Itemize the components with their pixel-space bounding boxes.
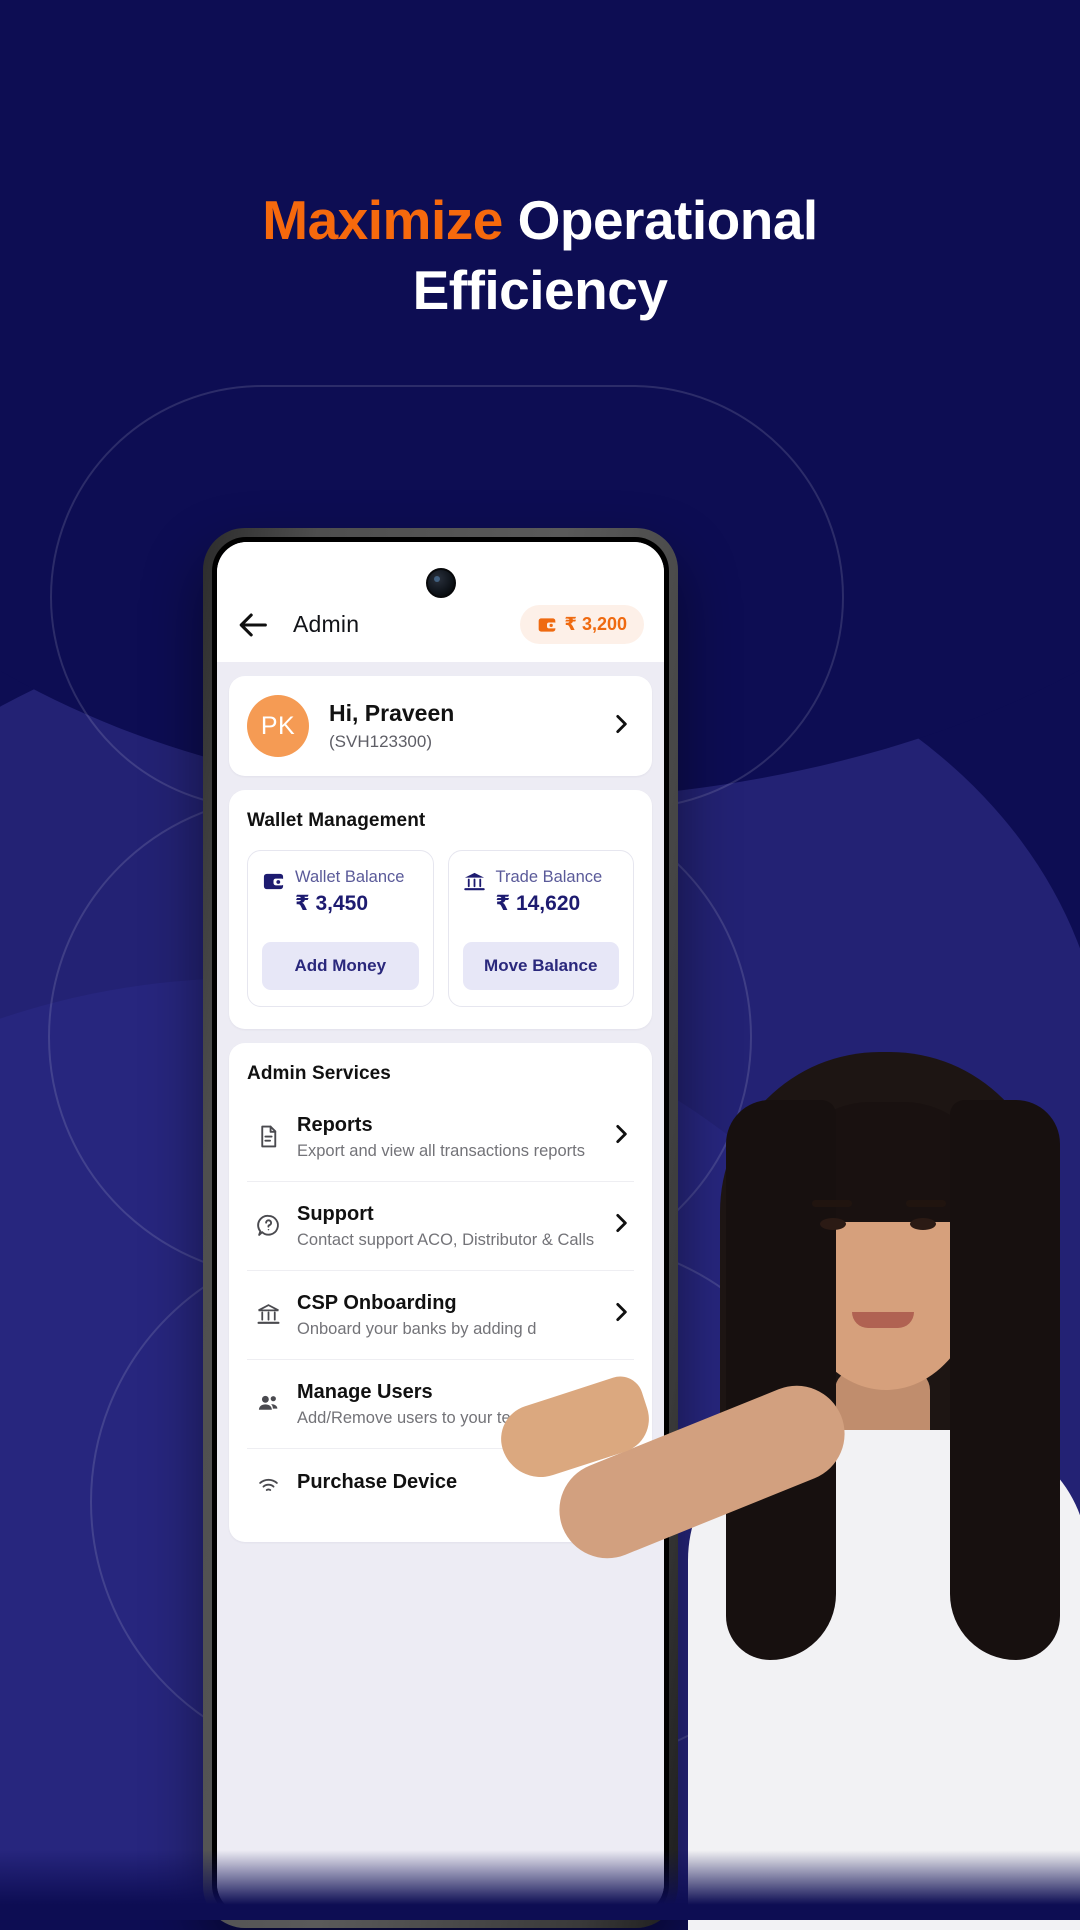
wallet-balance-label: Wallet Balance [295,868,405,886]
trade-balance-card: Trade Balance ₹ 14,620 Move Balance [447,850,634,1007]
page-title: Admin [293,611,360,637]
wifi-icon [247,1472,289,1497]
help-circle-icon [247,1213,289,1238]
wallet-icon [539,617,557,632]
users-icon [247,1391,289,1416]
trade-balance-label: Trade Balance [495,868,603,886]
service-desc: Export and view all transactions reports [297,1141,585,1160]
wallet-icon [262,870,285,898]
service-name: Purchase Device [297,1470,458,1493]
app-header: Admin ₹ 3,200 [217,542,664,662]
chevron-right-icon[interactable] [608,711,634,742]
presenter-eyebrow-right [906,1200,946,1207]
page-headline: Maximize Operational Efficiency [0,186,1080,326]
service-name: Support [297,1202,374,1225]
wallet-management-title: Wallet Management [247,810,426,831]
profile-card[interactable]: PK Hi, Praveen (SVH123300) [229,676,652,776]
arrow-left-icon[interactable] [237,608,271,642]
chevron-right-icon[interactable] [608,1210,634,1241]
presenter-photo [492,1040,1080,1930]
service-desc: Add/Remove users to your team [297,1408,534,1427]
front-camera-icon [425,568,456,598]
move-balance-button[interactable]: Move Balance [462,941,619,990]
avatar-initials: PK [260,711,296,740]
profile-greeting: Hi, Praveen [329,700,455,727]
app-content: PK Hi, Praveen (SVH123300) Wallet Manage… [217,662,664,1914]
wallet-management-section: Wallet Management Wallet Balance ₹ 3,450… [229,790,652,1029]
presenter-mouth [852,1312,914,1328]
presenter-eye-left [820,1218,846,1230]
service-desc: Contact support ACO, Distributor & Calls [297,1230,595,1249]
wallet-chip-amount: ₹ 3,200 [564,614,627,634]
presenter-eye-right [910,1218,936,1230]
headline-rest-line1: Operational [502,189,819,251]
service-item-support[interactable]: Support Contact support ACO, Distributor… [247,1180,634,1270]
phone-bezel: Admin ₹ 3,200 PK Hi, Praveen (SVH123300)… [212,537,669,1919]
service-item-reports[interactable]: Reports Export and view all transactions… [247,1093,634,1181]
service-item-csp-onboarding[interactable]: CSP Onboarding Onboard your banks by add… [247,1269,634,1359]
wallet-balance-card: Wallet Balance ₹ 3,450 Add Money [247,850,434,1007]
chevron-right-icon[interactable] [608,1121,634,1152]
presenter-eyebrow-left [812,1200,852,1207]
headline-accent-word: Maximize [262,189,503,251]
phone-screen: Admin ₹ 3,200 PK Hi, Praveen (SVH123300)… [217,542,664,1914]
admin-services-title: Admin Services [247,1062,391,1084]
wallet-balance-amount: ₹ 3,450 [295,891,368,915]
headline-line2: Efficiency [412,258,668,321]
avatar: PK [247,695,309,757]
presenter-hair-left [726,1100,836,1660]
add-money-button[interactable]: Add Money [262,941,419,990]
profile-user-id: (SVH123300) [329,731,433,751]
chevron-right-icon[interactable] [608,1299,634,1330]
bank-icon [247,1302,289,1327]
service-name: CSP Onboarding [297,1291,457,1314]
service-name: Reports [297,1113,373,1136]
trade-balance-amount: ₹ 14,620 [495,891,581,915]
service-desc: Onboard your banks by adding d [297,1319,537,1338]
presenter-hair-right [950,1100,1060,1660]
bottom-fade [0,1850,1080,1920]
service-name: Manage Users [297,1380,433,1403]
phone-mockup: Admin ₹ 3,200 PK Hi, Praveen (SVH123300)… [203,528,678,1928]
wallet-balance-chip[interactable]: ₹ 3,200 [520,605,644,644]
bank-icon [463,870,486,898]
document-icon [247,1124,289,1149]
